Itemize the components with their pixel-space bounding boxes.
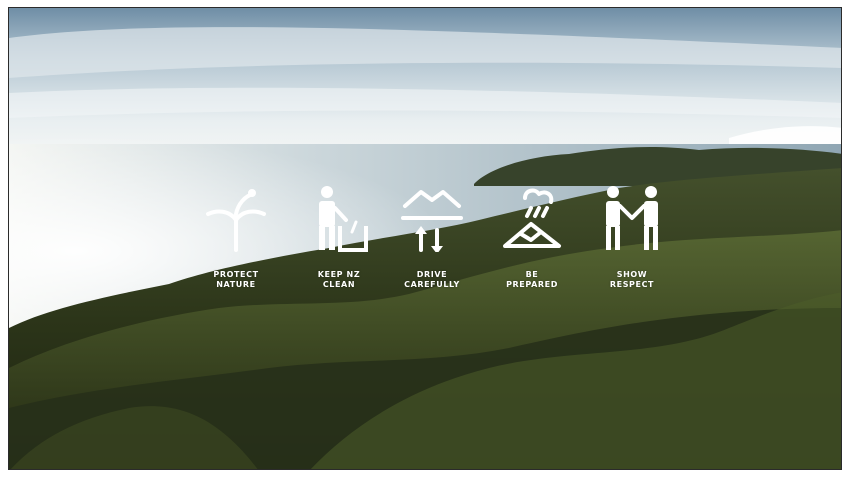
- mountain-weather-icon: [503, 188, 561, 248]
- pledge-label: SHOW RESPECT: [609, 270, 655, 289]
- fern-tree-icon: [206, 189, 266, 252]
- pledge-label: DRIVE CAREFULLY: [404, 270, 460, 289]
- pledge-label: KEEP NZ CLEAN: [317, 270, 361, 289]
- pledge-protect-nature: PROTECT NATURE: [201, 184, 271, 304]
- pledge-label: PROTECT NATURE: [213, 270, 259, 289]
- pledge-be-prepared: BE PREPARED: [497, 184, 567, 304]
- two-people-handshake-icon: [606, 186, 658, 250]
- person-rubbish-bin-icon: [319, 186, 368, 252]
- pledge-show-respect: SHOW RESPECT: [597, 184, 667, 304]
- road-arrows-icon: [401, 190, 463, 252]
- pledge-drive-carefully: DRIVE CAREFULLY: [397, 184, 467, 304]
- pledge-label: BE PREPARED: [506, 270, 558, 289]
- video-frame: PROTECT NATURE KEEP NZ CLEAN DRIVE CAREF…: [8, 7, 842, 470]
- tiaki-promise-icons: PROTECT NATURE KEEP NZ CLEAN DRIVE CAREF…: [201, 184, 671, 304]
- pledge-keep-nz-clean: KEEP NZ CLEAN: [304, 184, 374, 304]
